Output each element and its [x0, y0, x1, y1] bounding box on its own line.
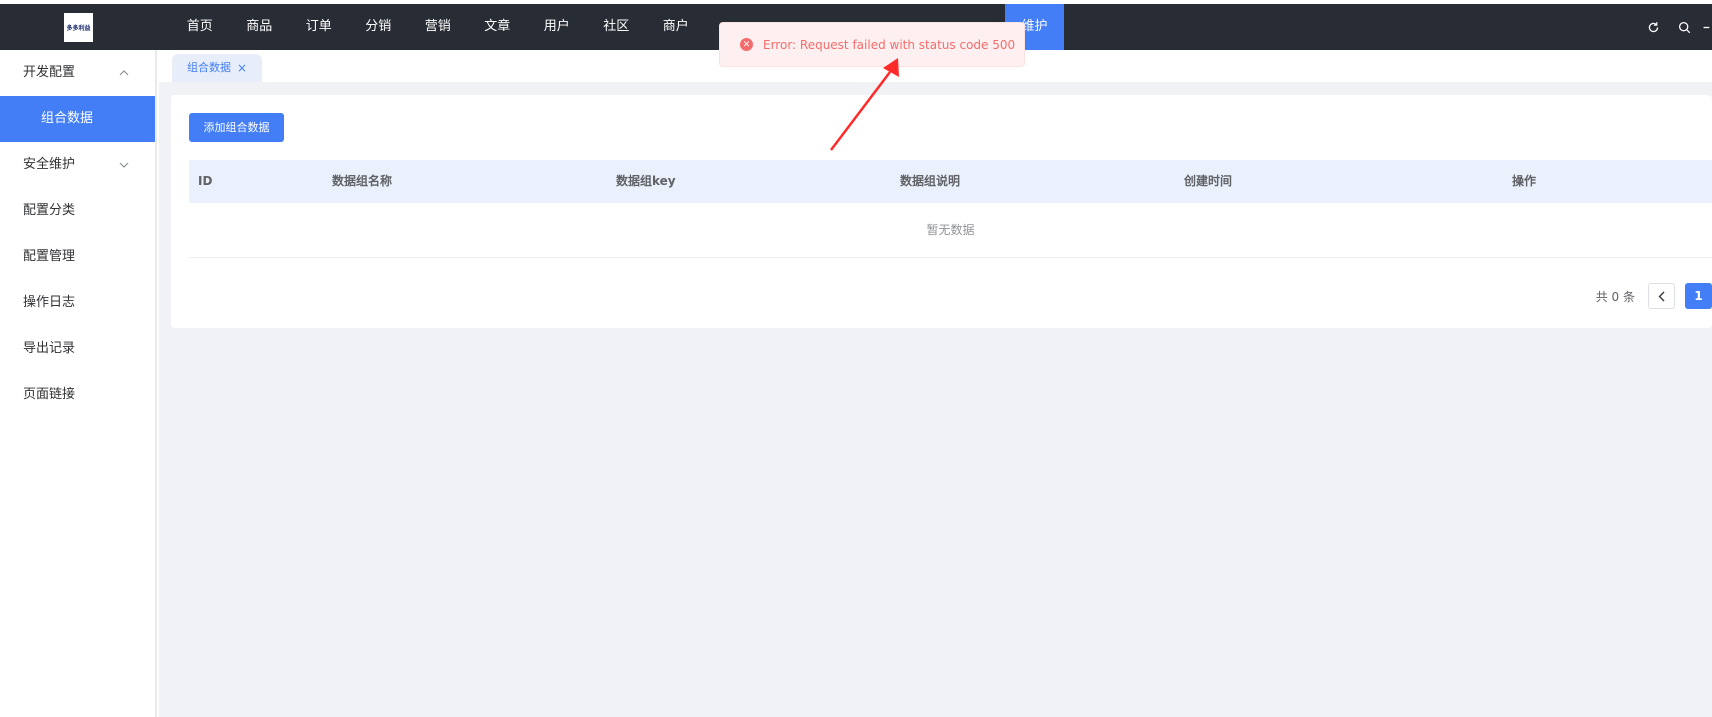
error-toast: ✕ Error: Request failed with status code…: [719, 22, 1025, 67]
page-number-button[interactable]: 1: [1685, 283, 1712, 309]
pagination-total: 共 0 条: [1595, 289, 1635, 304]
column-header-created-time: 创建时间: [1184, 174, 1233, 188]
sidebar-item-label: 导出记录: [23, 341, 76, 356]
sidebar-item-config-category[interactable]: 配置分类: [0, 188, 155, 234]
top-right-tools: [1638, 4, 1712, 50]
more-icon[interactable]: [1700, 4, 1712, 50]
column-header-actions: 操作: [1512, 174, 1537, 188]
close-icon[interactable]: ×: [237, 54, 247, 82]
add-combined-data-button[interactable]: 添加组合数据: [189, 113, 284, 142]
nav-item-orders[interactable]: 订单: [289, 4, 349, 50]
nav-item-distribution[interactable]: 分销: [349, 4, 409, 50]
sidebar-item-label: 组合数据: [41, 111, 94, 126]
tab-label: 组合数据: [187, 61, 231, 74]
sidebar-item-label: 操作日志: [23, 295, 76, 310]
refresh-icon[interactable]: [1638, 4, 1669, 50]
main-area: 组合数据 × 添加组合数据 ID 数据组名称 数据组key 数据组说明 创建时间…: [159, 50, 1712, 717]
sidebar-item-dev-config[interactable]: 开发配置: [0, 50, 155, 96]
chevron-up-icon: [119, 50, 129, 96]
sidebar-item-config-manage[interactable]: 配置管理: [0, 234, 155, 280]
top-nav: 首页 商品 订单 分销 营销 文章 用户 社区 商户 维护: [170, 4, 1064, 50]
tab-combined-data[interactable]: 组合数据 ×: [172, 54, 263, 82]
sidebar-item-export-records[interactable]: 导出记录: [0, 326, 155, 372]
prev-page-button[interactable]: [1648, 283, 1675, 309]
sidebar-item-combined-data[interactable]: 组合数据: [0, 96, 155, 142]
toast-message: Error: Request failed with status code 5…: [763, 37, 1016, 52]
sidebar-item-label: 页面链接: [23, 387, 76, 402]
table-header: ID 数据组名称 数据组key 数据组说明 创建时间 操作: [189, 160, 1712, 203]
nav-item-community[interactable]: 社区: [587, 4, 647, 50]
nav-item-articles[interactable]: 文章: [468, 4, 528, 50]
sidebar-item-label: 配置管理: [23, 249, 76, 264]
sidebar-item-security[interactable]: 安全维护: [0, 142, 155, 188]
column-header-group-desc: 数据组说明: [900, 174, 961, 188]
pagination: 共 0 条 1: [1596, 283, 1712, 309]
nav-item-home[interactable]: 首页: [170, 4, 230, 50]
sidebar-item-page-links[interactable]: 页面链接: [0, 372, 155, 418]
table-empty-text: 暂无数据: [189, 203, 1712, 258]
sidebar-item-label: 安全维护: [23, 157, 76, 172]
logo-area[interactable]: 多多利益: [0, 4, 157, 50]
sidebar-item-operation-log[interactable]: 操作日志: [0, 280, 155, 326]
nav-item-merchants[interactable]: 商户: [646, 4, 706, 50]
logo-text: 多多利益: [66, 24, 91, 32]
column-header-group-name: 数据组名称: [332, 174, 393, 188]
nav-item-products[interactable]: 商品: [230, 4, 290, 50]
column-header-id: ID: [198, 174, 213, 188]
content-card: 添加组合数据 ID 数据组名称 数据组key 数据组说明 创建时间 操作 暂无数…: [171, 95, 1712, 328]
column-header-group-key: 数据组key: [616, 174, 676, 188]
logo: 多多利益: [64, 12, 93, 42]
error-circle-icon: ✕: [740, 38, 753, 51]
search-icon[interactable]: [1669, 4, 1700, 50]
sidebar: 开发配置 组合数据 安全维护 配置分类 配置管理 操作日志 导出记录 页面链接: [0, 50, 157, 717]
nav-item-marketing[interactable]: 营销: [408, 4, 468, 50]
sidebar-item-label: 开发配置: [23, 65, 76, 80]
nav-item-users[interactable]: 用户: [527, 4, 587, 50]
chevron-down-icon: [119, 142, 129, 188]
chevron-left-icon: [1658, 291, 1665, 301]
sidebar-item-label: 配置分类: [23, 203, 76, 218]
